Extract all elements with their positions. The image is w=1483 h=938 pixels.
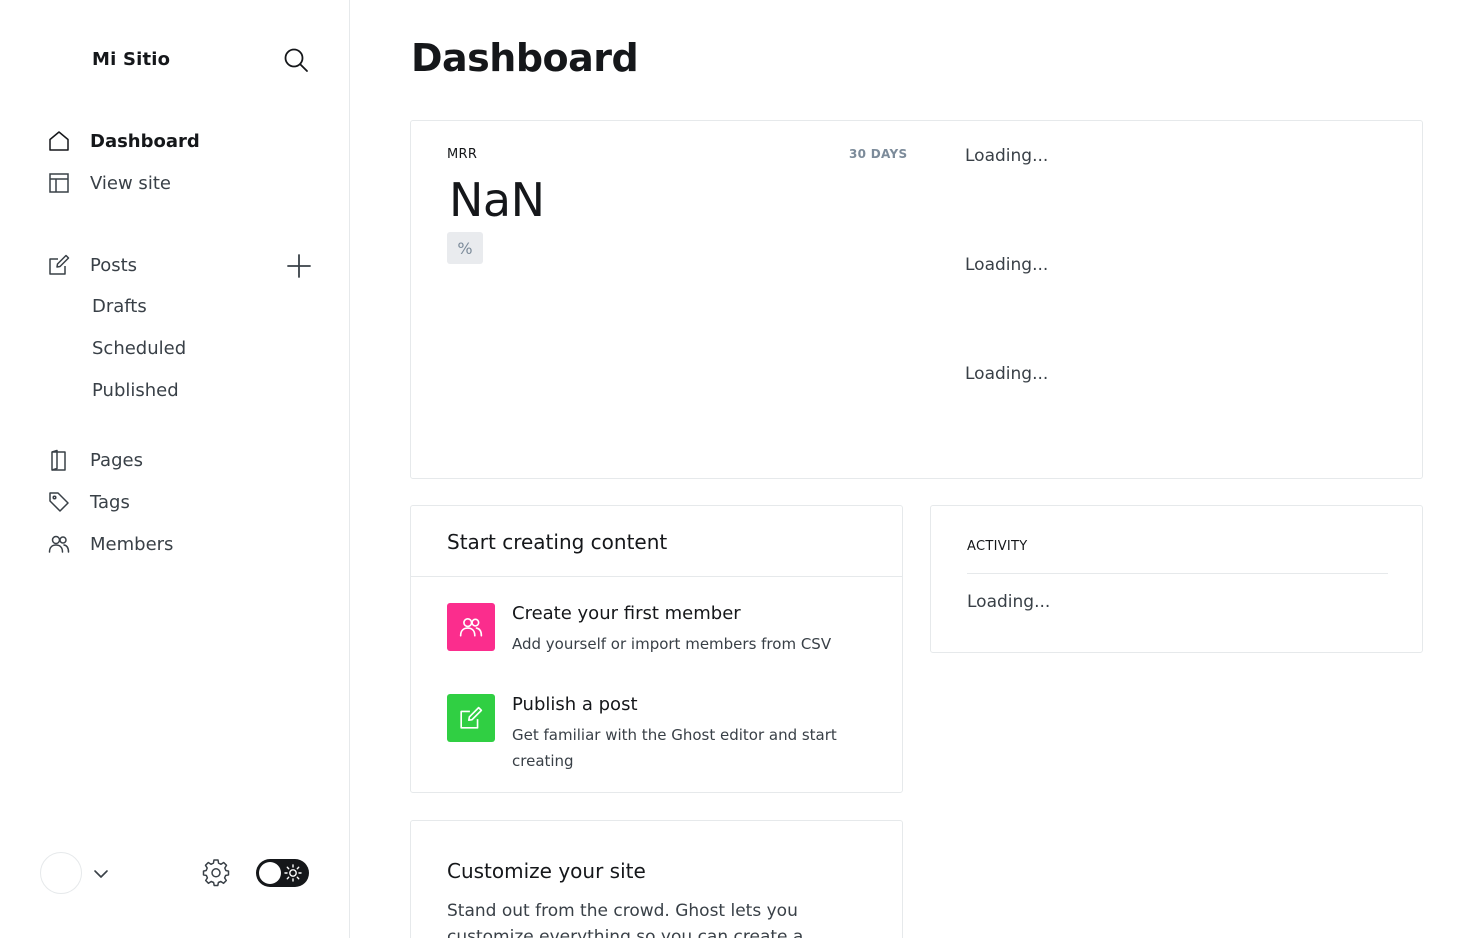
layout-icon [40, 172, 78, 194]
members-icon [447, 603, 495, 651]
sidebar-item-label: View site [90, 172, 171, 194]
sidebar-item-label: Pages [90, 449, 143, 471]
add-post-button[interactable] [285, 252, 313, 280]
sidebar: Mi Sitio Dashboard View site Posts Draft… [0, 0, 350, 938]
sidebar-item-posts[interactable]: Posts [40, 248, 320, 282]
task-publish-post[interactable]: Publish a post Get familiar with the Gho… [447, 694, 867, 774]
sidebar-item-label: Dashboard [90, 130, 200, 152]
sidebar-item-label: Tags [90, 491, 130, 513]
sidebar-item-scheduled[interactable]: Scheduled [92, 338, 186, 359]
divider [411, 576, 902, 577]
loading-text: Loading... [967, 592, 1051, 612]
edit-icon [447, 694, 495, 742]
loading-text: Loading... [965, 146, 1049, 166]
pencil-icon [40, 254, 78, 276]
customize-card: Customize your site Stand out from the c… [410, 820, 903, 938]
start-title: Start creating content [447, 530, 668, 554]
mrr-label: MRR [447, 147, 478, 162]
activity-label: ACTIVITY [967, 539, 1028, 554]
start-creating-card: Start creating content Create your first… [410, 505, 903, 793]
search-icon[interactable] [282, 46, 310, 74]
task-create-member[interactable]: Create your first member Add yourself or… [447, 603, 867, 663]
sidebar-item-published[interactable]: Published [92, 380, 179, 401]
page-icon [40, 449, 78, 471]
mrr-value: NaN [449, 173, 545, 227]
loading-text: Loading... [965, 364, 1049, 384]
sidebar-item-pages[interactable]: Pages [40, 443, 320, 477]
activity-card: ACTIVITY Loading... [930, 505, 1423, 653]
sidebar-item-view-site[interactable]: View site [40, 166, 320, 200]
task-description: Get familiar with the Ghost editor and s… [512, 726, 837, 770]
divider [967, 573, 1388, 574]
chevron-down-icon[interactable] [91, 864, 111, 884]
home-icon [40, 130, 78, 152]
theme-toggle[interactable] [256, 859, 309, 887]
page-title: Dashboard [411, 36, 639, 80]
customize-title: Customize your site [447, 859, 646, 883]
sidebar-item-label: Members [90, 533, 174, 555]
percent-badge: % [447, 232, 483, 264]
sidebar-item-dashboard[interactable]: Dashboard [40, 124, 320, 158]
sidebar-item-drafts[interactable]: Drafts [92, 296, 147, 317]
members-icon [40, 533, 78, 555]
sidebar-item-label: Posts [90, 254, 138, 276]
sun-icon [284, 864, 302, 882]
site-title[interactable]: Mi Sitio [92, 49, 170, 70]
range-label[interactable]: 30 DAYS [849, 147, 907, 161]
task-title: Create your first member [512, 603, 741, 624]
plus-icon [287, 254, 311, 278]
customize-description: Stand out from the crowd. Ghost lets you… [447, 901, 804, 938]
task-description: Add yourself or import members from CSV [512, 635, 832, 653]
toggle-knob [259, 862, 281, 884]
sidebar-item-members[interactable]: Members [40, 527, 320, 561]
gear-icon[interactable] [202, 859, 230, 887]
mrr-card: MRR 30 DAYS NaN % Loading... Loading... … [410, 120, 1423, 479]
avatar[interactable] [40, 852, 82, 894]
tag-icon [40, 491, 78, 513]
task-title: Publish a post [512, 694, 638, 715]
loading-text: Loading... [965, 255, 1049, 275]
sidebar-item-tags[interactable]: Tags [40, 485, 320, 519]
